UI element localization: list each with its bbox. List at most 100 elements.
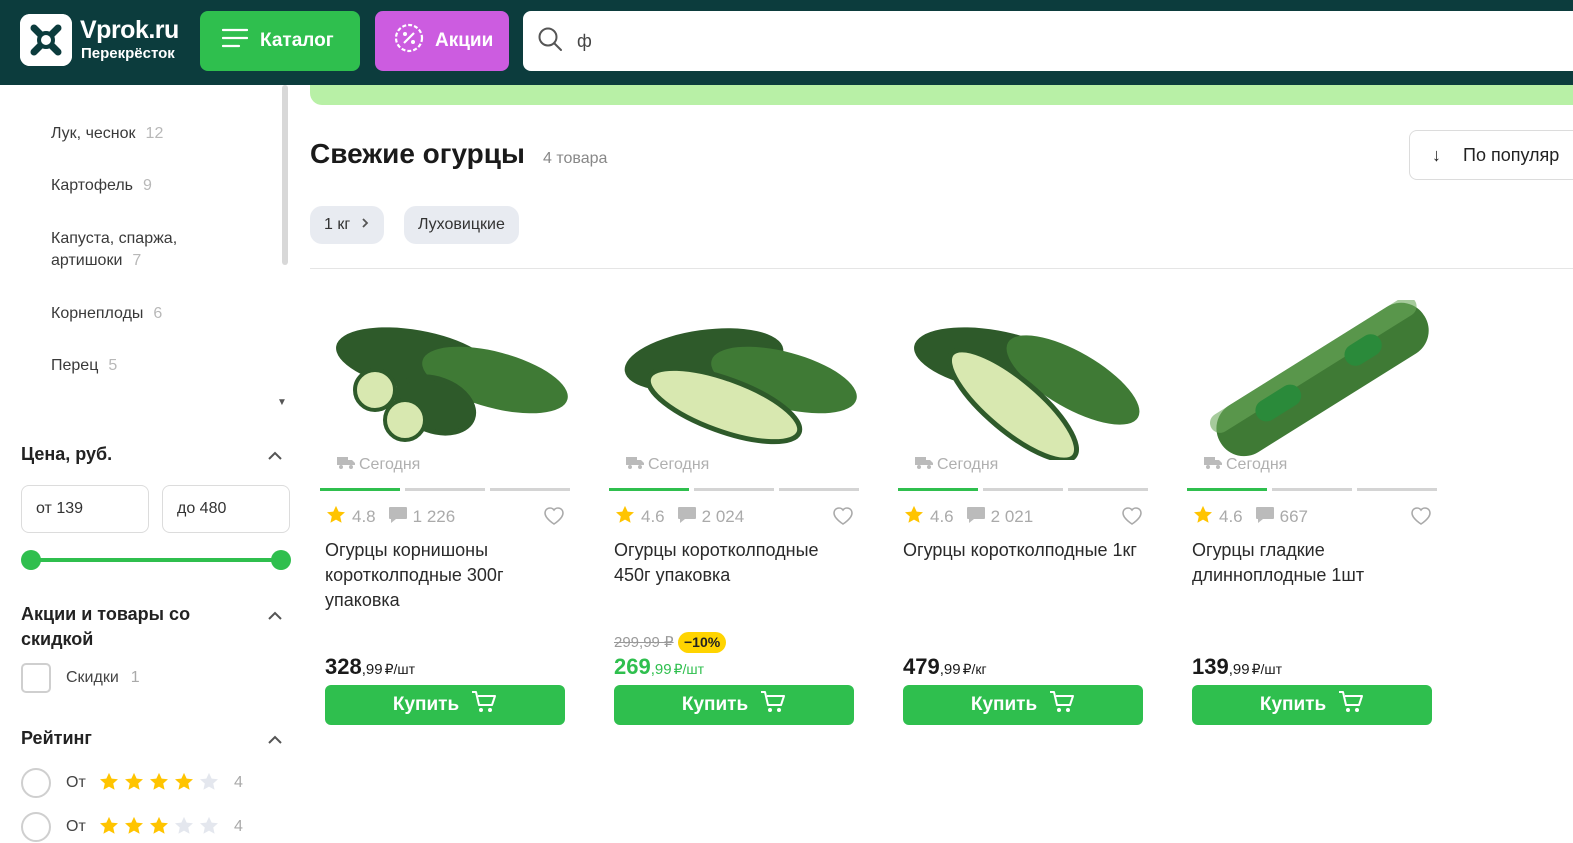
product-image[interactable] bbox=[903, 300, 1153, 463]
catalog-button[interactable]: Каталог bbox=[200, 11, 360, 71]
product-card[interactable]: Сегодня 4.6 2 021 Огурцы коротколподные … bbox=[898, 300, 1153, 730]
category-item[interactable]: Картофель 9 bbox=[51, 175, 152, 197]
buy-button[interactable]: Купить bbox=[1192, 685, 1432, 725]
product-name[interactable]: Огурцы корнишоны коротколподные 300г упа… bbox=[325, 538, 565, 613]
image-gallery-indicator[interactable] bbox=[1187, 488, 1437, 491]
scroll-down-icon[interactable]: ▼ bbox=[277, 397, 287, 408]
search-input[interactable]: ф bbox=[523, 11, 1573, 71]
cart-icon bbox=[760, 690, 786, 720]
filter-chip-variety[interactable]: Луховицкие bbox=[404, 206, 519, 244]
truck-icon bbox=[337, 455, 355, 474]
rating-label: От bbox=[66, 818, 86, 835]
price-from-input[interactable]: от 139 bbox=[21, 485, 149, 533]
promo-label: Акции bbox=[435, 30, 494, 51]
heart-icon[interactable] bbox=[1410, 506, 1432, 531]
discount-checkbox[interactable] bbox=[21, 663, 51, 693]
product-image[interactable] bbox=[325, 300, 575, 460]
promo-button[interactable]: Акции bbox=[375, 11, 509, 71]
comment-icon bbox=[1255, 506, 1275, 529]
star-icon bbox=[148, 771, 170, 798]
price-to-input[interactable]: до 480 bbox=[162, 485, 290, 533]
product-card[interactable]: Сегодня 4.6 667 Огурцы гладкие длиннопло… bbox=[1187, 296, 1442, 730]
star-icon bbox=[173, 815, 195, 842]
chevron-up-icon[interactable] bbox=[266, 447, 284, 465]
star-icon bbox=[98, 771, 120, 798]
sort-label: По популяр bbox=[1463, 144, 1560, 165]
comment-icon bbox=[966, 506, 986, 529]
image-gallery-indicator[interactable] bbox=[320, 488, 570, 491]
delivery-badge: Сегодня bbox=[1204, 455, 1287, 474]
truck-icon bbox=[1204, 455, 1222, 474]
star-icon bbox=[1192, 504, 1214, 531]
price: 139,99 ₽/шт bbox=[1192, 654, 1283, 679]
product-name[interactable]: Огурцы коротколподные 1кг bbox=[903, 538, 1143, 563]
star-icon bbox=[148, 815, 170, 842]
product-card[interactable]: Сегодня 4.6 2 024 Огурцы коротколподные … bbox=[609, 300, 864, 730]
review-count[interactable]: 2 021 bbox=[991, 507, 1034, 527]
scrollbar[interactable] bbox=[282, 85, 288, 265]
heart-icon[interactable] bbox=[543, 506, 565, 531]
category-list: Лук, чеснок 12 Картофель 9 Капуста, спаржа… bbox=[0, 85, 290, 410]
price-slider-max-handle[interactable] bbox=[271, 550, 291, 570]
buy-button[interactable]: Купить bbox=[903, 685, 1143, 725]
promo-filter-title: Акции и товары со скидкой bbox=[21, 604, 191, 649]
price: 269,99 ₽/шт bbox=[614, 654, 705, 679]
cart-icon bbox=[1049, 690, 1075, 720]
rating-value: 4.6 bbox=[1219, 507, 1243, 526]
chevron-up-icon[interactable] bbox=[266, 731, 284, 749]
discount-badge: −10% bbox=[678, 632, 727, 653]
product-image[interactable] bbox=[1192, 296, 1442, 460]
comment-icon bbox=[677, 506, 697, 529]
product-image[interactable] bbox=[614, 300, 864, 460]
star-icon bbox=[903, 504, 925, 531]
price-filter-title: Цена, руб. bbox=[21, 444, 113, 464]
old-price: 299,99 ₽ bbox=[614, 634, 674, 651]
chevron-up-icon[interactable] bbox=[266, 607, 284, 625]
product-name[interactable]: Огурцы гладкие длинноплодные 1шт bbox=[1192, 538, 1432, 588]
filters-sidebar: Лук, чеснок 12 Картофель 9 Капуста, спаржа… bbox=[0, 85, 300, 843]
rating-count: 4 bbox=[234, 818, 243, 835]
cart-icon bbox=[471, 690, 497, 720]
rating-row: 4.6 2 024 bbox=[614, 505, 854, 531]
truck-icon bbox=[915, 455, 933, 474]
heart-icon[interactable] bbox=[1121, 506, 1143, 531]
image-gallery-indicator[interactable] bbox=[898, 488, 1148, 491]
category-item[interactable]: Перец 5 bbox=[51, 355, 117, 377]
sort-arrow-icon: ↓ bbox=[1432, 144, 1441, 165]
cart-icon bbox=[1338, 690, 1364, 720]
percent-badge-icon bbox=[393, 22, 425, 60]
category-item[interactable]: Капуста, спаржа, артишоки 7 bbox=[51, 228, 177, 272]
star-icon bbox=[325, 504, 347, 531]
heart-icon[interactable] bbox=[832, 506, 854, 531]
buy-button[interactable]: Купить bbox=[325, 685, 565, 725]
truck-icon bbox=[626, 455, 644, 474]
review-count[interactable]: 667 bbox=[1280, 507, 1308, 527]
category-item[interactable]: Лук, чеснок 12 bbox=[51, 123, 163, 145]
rating-radio-4[interactable] bbox=[21, 768, 51, 798]
star-icon bbox=[123, 815, 145, 842]
product-card[interactable]: Сегодня 4.8 1 226 Огурцы корнишоны корот… bbox=[320, 300, 575, 730]
search-value: ф bbox=[577, 30, 592, 51]
star-icon bbox=[198, 815, 220, 842]
discount-label: Скидки 1 bbox=[66, 669, 140, 686]
promo-banner[interactable] bbox=[310, 85, 1573, 105]
rating-row: 4.8 1 226 bbox=[325, 504, 565, 531]
star-icon bbox=[123, 771, 145, 798]
review-count[interactable]: 1 226 bbox=[413, 507, 456, 527]
image-gallery-indicator[interactable] bbox=[609, 488, 859, 491]
price: 479,99 ₽/кг bbox=[903, 654, 987, 679]
header: Vprok.ru Перекрёсток Каталог Акции ф bbox=[0, 0, 1573, 85]
price: 328,99 ₽/шт bbox=[325, 654, 416, 679]
buy-button[interactable]: Купить bbox=[614, 685, 854, 725]
rating-value: 4.6 bbox=[641, 507, 665, 526]
star-icon bbox=[198, 771, 220, 798]
search-icon bbox=[537, 26, 563, 57]
rating-radio-3[interactable] bbox=[21, 812, 51, 842]
price-slider-min-handle[interactable] bbox=[21, 550, 41, 570]
category-item[interactable]: Корнеплоды 6 bbox=[51, 303, 162, 325]
review-count[interactable]: 2 024 bbox=[702, 507, 745, 527]
product-name[interactable]: Огурцы коротколподные 450г упаковка bbox=[614, 538, 854, 588]
sort-button[interactable]: ↓ По популяр bbox=[1409, 130, 1573, 180]
filter-chip-weight[interactable]: 1 кг bbox=[310, 206, 385, 244]
logo[interactable]: Vprok.ru Перекрёсток bbox=[20, 14, 192, 70]
